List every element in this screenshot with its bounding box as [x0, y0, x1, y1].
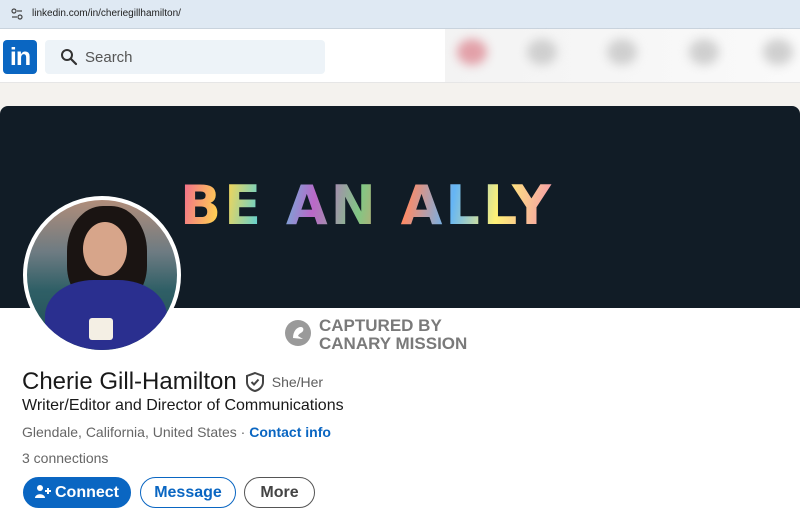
more-button[interactable]: More	[244, 477, 315, 508]
verified-icon[interactable]	[245, 372, 265, 392]
search-icon	[61, 49, 78, 66]
message-button[interactable]: Message	[140, 477, 236, 508]
linkedin-logo[interactable]: in	[3, 40, 37, 74]
profile-card: BE AN ALLY CAPTURED BY CANARY MISSION Ch…	[0, 106, 800, 530]
watermark-line-1: CAPTURED BY	[319, 316, 442, 335]
name-row: Cherie Gill-Hamilton She/Her	[22, 368, 323, 396]
url-text[interactable]: linkedin.com/in/cheriegillhamilton/	[32, 8, 181, 19]
banner-text: BE AN ALLY	[180, 174, 554, 237]
separator: ·	[236, 424, 250, 440]
profile-name: Cherie Gill-Hamilton	[22, 368, 237, 395]
browser-url-bar[interactable]: linkedin.com/in/cheriegillhamilton/	[0, 0, 800, 29]
connect-button[interactable]: Connect	[23, 477, 131, 508]
avatar[interactable]	[23, 196, 181, 354]
location-row: Glendale, California, United States · Co…	[22, 424, 331, 440]
connections-count[interactable]: 3 connections	[22, 450, 108, 466]
search-placeholder: Search	[85, 49, 133, 66]
site-info-icon[interactable]	[11, 8, 23, 20]
add-person-icon	[35, 485, 51, 498]
search-input[interactable]: Search	[45, 40, 325, 74]
location: Glendale, California, United States	[22, 424, 237, 440]
top-nav: in Search	[0, 29, 800, 83]
connect-label: Connect	[55, 484, 119, 501]
pronouns: She/Her	[271, 374, 324, 390]
watermark-line-2: CANARY MISSION	[319, 334, 468, 353]
contact-info-link[interactable]: Contact info	[249, 424, 331, 440]
blurred-nav-icons	[445, 29, 800, 82]
profile-headline: Writer/Editor and Director of Communicat…	[22, 397, 344, 414]
canary-mission-icon	[285, 320, 311, 346]
